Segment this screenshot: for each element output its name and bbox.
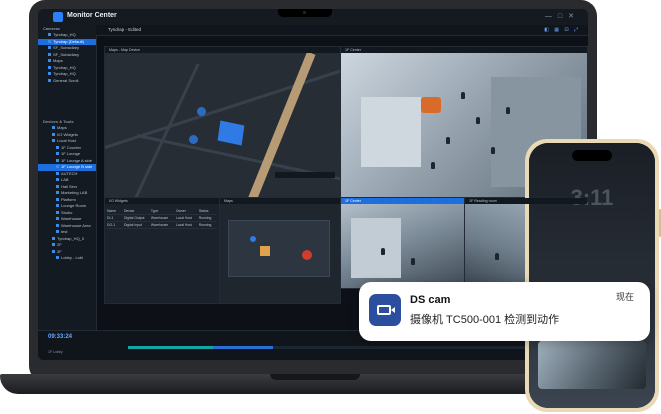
folder-icon <box>48 65 51 69</box>
camera-feed-2[interactable]: 1F Center <box>340 197 465 289</box>
window-controls[interactable]: —□✕ <box>545 12 580 20</box>
timeline-track-label: 1F Lobby <box>48 350 63 354</box>
folder-icon <box>48 46 51 50</box>
app-title: Monitor Center <box>67 12 117 19</box>
scroll-icon <box>48 78 51 82</box>
folder-icon <box>48 52 51 56</box>
camera-icon <box>56 178 59 182</box>
camera-icon <box>56 145 59 149</box>
map-pane[interactable]: Maps - Map Device <box>104 46 341 198</box>
pane-title: 1F Reading room <box>465 198 587 204</box>
map-toolbar[interactable] <box>275 172 335 178</box>
folder-icon <box>48 39 51 43</box>
pane-title: Maps - Map Device <box>105 47 340 53</box>
phone: 3:11 <box>525 139 661 414</box>
floor-plan <box>228 220 330 277</box>
table-row[interactable]: DO-1 Digital Input Warehouse Local Host … <box>107 222 217 229</box>
camera-icon <box>56 165 59 169</box>
pane-title: Maps <box>220 198 340 204</box>
laptop-hinge <box>270 374 360 380</box>
pane-title: I/O Widgets <box>105 198 219 204</box>
sidebar: Cameras Tyndrap_HQ Tyndrap (Default) SF_… <box>38 25 97 330</box>
camera-icon <box>56 256 59 260</box>
camera-icon <box>56 197 59 201</box>
floor-map-pane[interactable]: Maps <box>219 197 341 304</box>
camera-snapshot[interactable] <box>538 341 646 389</box>
camera-icon <box>303 11 306 14</box>
table-header: Name Device Type Owner Status <box>107 208 217 215</box>
camera-icon <box>56 210 59 214</box>
camera-icon <box>56 204 59 208</box>
pane-title: 1F Center <box>341 47 587 53</box>
video-camera-icon <box>377 305 391 315</box>
sidebar-item[interactable]: General Scroll <box>38 78 96 85</box>
notification-app-name: DS cam <box>410 294 451 306</box>
server-icon <box>52 236 55 240</box>
camera-icon <box>56 184 59 188</box>
camera-icon <box>56 158 59 162</box>
table-row[interactable]: DI-1 Digital Output Warehouse Local Host… <box>107 215 217 222</box>
tab-current-view[interactable]: Tyndrap - Edited <box>108 27 141 32</box>
timeline-track[interactable] <box>128 346 548 349</box>
camera-icon <box>56 152 59 156</box>
camera-marker-icon[interactable] <box>189 135 198 144</box>
view-tab-bar: Tyndrap - Edited ◧ ▦ ⊡ ⤢ <box>96 25 588 36</box>
timeline-time: 09:33:24 <box>48 334 73 340</box>
widget-icon <box>52 132 55 136</box>
folder-icon <box>48 33 51 37</box>
floor-zone-marker <box>260 246 270 256</box>
orange-chair <box>421 97 441 113</box>
io-table: Name Device Type Owner Status DI-1 Digit… <box>107 208 217 229</box>
ds-cam-app-icon <box>369 294 401 326</box>
folder-icon <box>52 243 55 247</box>
sidebar-item[interactable]: Lobby - Lobi <box>38 255 96 262</box>
notification-time: 现在 <box>615 292 634 302</box>
camera-marker-icon[interactable] <box>197 107 206 116</box>
pane-title: 1F Center <box>341 198 464 204</box>
camera-icon <box>56 230 59 234</box>
camera-icon <box>56 217 59 221</box>
sidebar-section-cameras[interactable]: Cameras <box>38 25 96 32</box>
camera-icon <box>56 191 59 195</box>
app-logo-icon <box>53 12 63 22</box>
alarm-marker-icon[interactable] <box>302 250 312 260</box>
server-icon <box>52 139 55 143</box>
camera-marker-icon[interactable] <box>250 236 256 242</box>
camera-icon <box>56 223 59 227</box>
folder-icon <box>48 72 51 76</box>
phone-screen: 3:11 <box>529 143 655 408</box>
sidebar-section-devices[interactable]: Devices & Tools <box>38 118 96 125</box>
camera-icon <box>56 171 59 175</box>
io-widgets-pane[interactable]: I/O Widgets Name Device Type Owner Statu… <box>104 197 220 304</box>
folder-icon <box>52 249 55 253</box>
notification-message: 摄像机 TC500-001 检测到动作 <box>410 314 560 326</box>
toolbar-icons[interactable]: ◧ ▦ ⊡ ⤢ <box>544 27 580 33</box>
map-icon <box>52 126 55 130</box>
map-highlight-zone[interactable] <box>217 120 245 146</box>
push-notification[interactable]: DS cam 现在 摄像机 TC500-001 检测到动作 <box>359 282 650 341</box>
map-icon <box>48 59 51 63</box>
dynamic-island <box>572 150 612 161</box>
